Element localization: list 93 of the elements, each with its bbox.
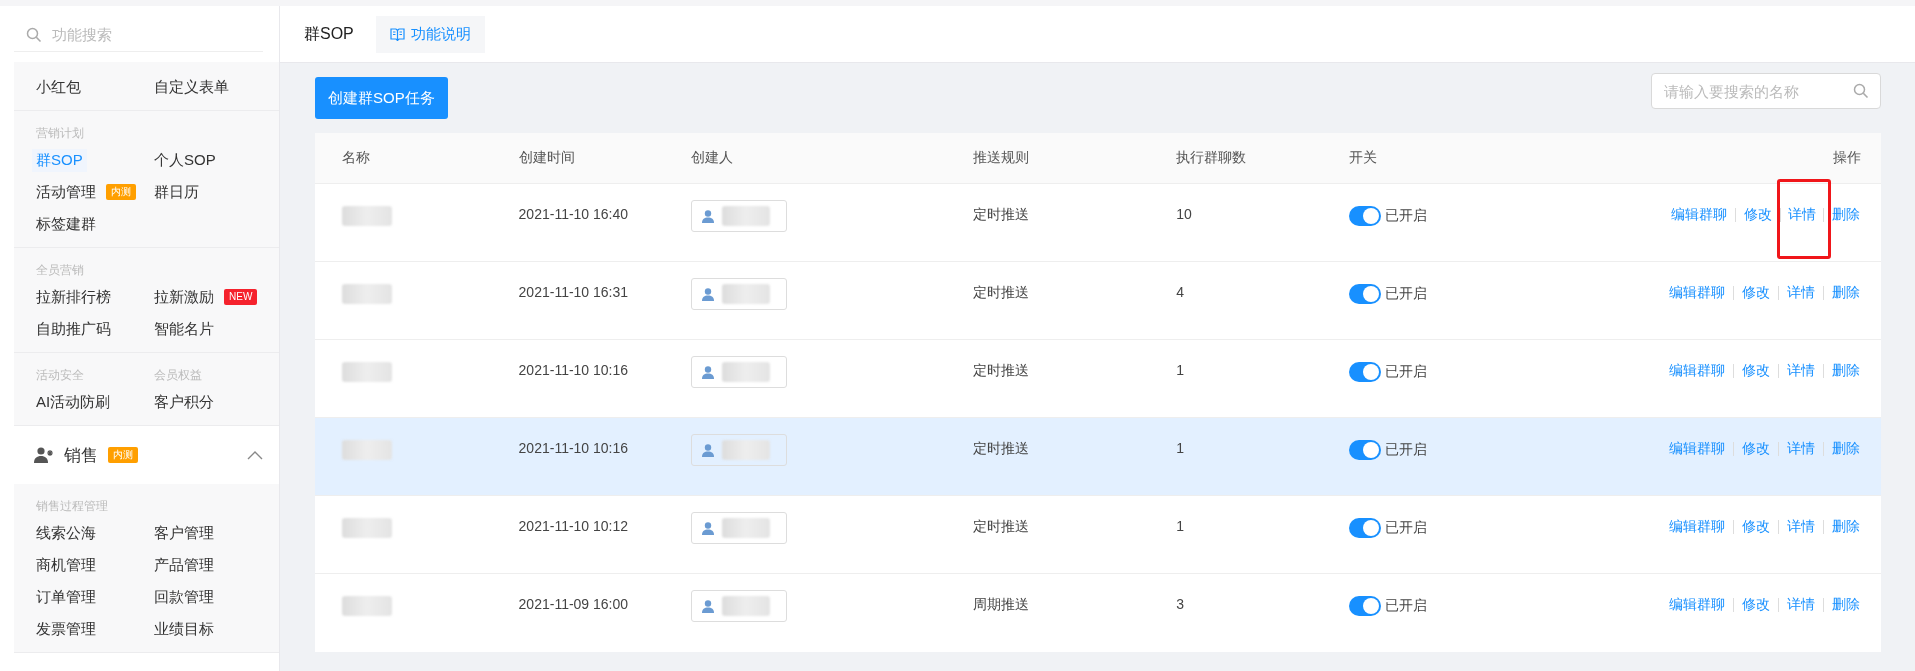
toggle-switch[interactable] [1348, 596, 1381, 616]
table-cell: 2021-11-10 10:12 [518, 518, 629, 534]
page-title: 群SOP [304, 23, 354, 44]
menu-item[interactable]: 拉新排行榜 [32, 285, 115, 309]
menu-item[interactable]: 线索公海 [32, 521, 100, 545]
toggle-switch[interactable] [1348, 440, 1381, 460]
menu-group-label: 营销计划 [36, 125, 85, 142]
blurred-name [342, 206, 392, 226]
switch-label: 已开启 [1384, 441, 1427, 459]
menu-item[interactable]: 业绩目标 [150, 617, 218, 641]
menu-item[interactable]: 自定义表单 [150, 75, 233, 99]
table-cell: 周期推送 [972, 596, 1029, 612]
menu-item[interactable]: 商机管理 [32, 553, 100, 577]
switch-label: 已开启 [1384, 519, 1427, 537]
column-header: 创建时间 [518, 149, 575, 165]
column-header: 名称 [342, 149, 370, 165]
menu-item[interactable]: 发票管理 [32, 617, 100, 641]
table-cell: 10 [1176, 206, 1192, 222]
menu-item[interactable]: 拉新激励 [150, 285, 218, 309]
table-row[interactable]: 2021-11-10 16:31 定时推送 4 已开启 编辑群聊 修改 详情 删除 [315, 261, 1881, 340]
blurred-name [721, 362, 770, 382]
table-cell: 4 [1176, 284, 1185, 300]
blurred-name [721, 596, 770, 616]
switch-label: 已开启 [1384, 285, 1427, 303]
menu-item[interactable]: 小红包 [32, 75, 85, 99]
menu-item[interactable]: 订单管理 [32, 585, 100, 609]
person-icon [701, 365, 714, 379]
badge: 内测 [106, 184, 136, 200]
table-row[interactable]: 2021-11-10 10:16 定时推送 1 已开启 编辑群聊 修改 详情 删除 [315, 417, 1881, 496]
menu-category[interactable]: 销售 [64, 443, 98, 467]
switch-label: 已开启 [1384, 363, 1427, 381]
menu-item[interactable]: 客户积分 [150, 390, 218, 414]
toggle-switch[interactable] [1348, 362, 1381, 382]
table-cell: 定时推送 [972, 284, 1029, 300]
menu-item[interactable]: 客户管理 [150, 521, 218, 545]
badge: 内测 [108, 447, 138, 463]
table-cell: 定时推送 [972, 440, 1029, 456]
people-icon [34, 447, 54, 463]
switch-label: 已开启 [1384, 207, 1427, 225]
menu-item[interactable]: 群日历 [150, 180, 203, 204]
book-icon [389, 27, 405, 41]
menu-item[interactable]: 产品管理 [150, 553, 218, 577]
blurred-name [342, 596, 392, 616]
caret-up-icon[interactable] [247, 450, 263, 460]
menu-item[interactable]: 活动管理 [32, 180, 100, 204]
menu-item[interactable]: 回款管理 [150, 585, 218, 609]
table-cell: 2021-11-09 16:00 [518, 596, 629, 612]
person-icon [701, 599, 714, 613]
menu-item[interactable]: 个人SOP [150, 148, 220, 172]
search-icon [26, 26, 42, 43]
toggle-switch[interactable] [1348, 518, 1381, 538]
blurred-name [342, 284, 392, 304]
table-cell: 1 [1176, 518, 1185, 534]
toggle-switch[interactable] [1348, 206, 1381, 226]
person-icon [701, 209, 714, 223]
column-header: 推送规则 [972, 149, 1029, 165]
table-cell: 2021-11-10 16:31 [518, 284, 629, 300]
table-cell: 1 [1176, 440, 1185, 456]
person-icon [701, 443, 714, 457]
table-cell: 2021-11-10 10:16 [518, 440, 629, 456]
column-header: 开关 [1348, 149, 1377, 165]
blurred-name [721, 206, 770, 226]
person-icon [701, 287, 714, 301]
blurred-name [721, 518, 770, 538]
blurred-name [342, 518, 392, 538]
search-icon [1853, 83, 1869, 99]
menu-item[interactable]: 标签建群 [32, 212, 100, 236]
table-row[interactable]: 2021-11-09 16:00 周期推送 3 已开启 编辑群聊 修改 详情 删除 [315, 573, 1881, 652]
table-cell: 1 [1176, 362, 1185, 378]
table-row[interactable]: 2021-11-10 10:12 定时推送 1 已开启 编辑群聊 修改 详情 删除 [315, 495, 1881, 574]
column-header: 操作 [1833, 149, 1861, 165]
table-row[interactable]: 2021-11-10 10:16 定时推送 1 已开启 编辑群聊 修改 详情 删除 [315, 339, 1881, 418]
table-cell: 定时推送 [972, 518, 1029, 534]
switch-label: 已开启 [1384, 597, 1427, 615]
toggle-switch[interactable] [1348, 284, 1381, 304]
table-cell: 定时推送 [972, 206, 1029, 222]
menu-item[interactable]: 自助推广码 [32, 317, 115, 341]
badge: NEW [224, 289, 258, 305]
menu-item[interactable]: 智能名片 [150, 317, 218, 341]
search-field[interactable]: 请输入要搜索的名称 [1651, 73, 1881, 109]
column-header: 执行群聊数 [1176, 149, 1247, 165]
person-icon [701, 521, 714, 535]
table-cell: 3 [1176, 596, 1185, 612]
table-cell: 定时推送 [972, 362, 1029, 378]
table-cell: 2021-11-10 16:40 [518, 206, 629, 222]
search-field[interactable]: 功能搜索 [52, 18, 262, 51]
menu-item[interactable]: AI活动防刷 [32, 390, 115, 414]
table-cell: 2021-11-10 10:16 [518, 362, 629, 378]
blurred-name [342, 440, 392, 460]
column-header: 创建人 [690, 149, 733, 165]
blurred-name [721, 440, 770, 460]
blurred-name [342, 362, 392, 382]
blurred-name [721, 284, 770, 304]
